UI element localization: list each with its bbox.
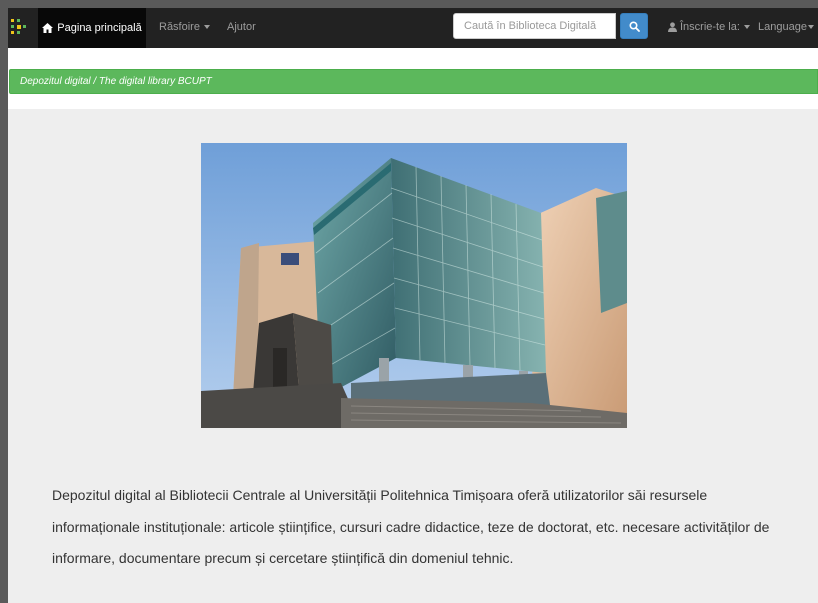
repository-description: Depozitul digital al Bibliotecii Central… (52, 487, 770, 566)
nav-home-label: Pagina principală (57, 22, 142, 34)
chevron-down-icon (743, 25, 750, 29)
search-icon (628, 20, 640, 32)
nav-browse-label: Răsfoire (159, 21, 200, 33)
login-dropdown[interactable]: Înscrie-te la: (668, 21, 750, 33)
breadcrumb-label: Depozitul digital / The digital library … (20, 76, 212, 87)
nav-help-link[interactable]: Ajutor (227, 21, 256, 33)
chevron-down-icon (203, 25, 210, 30)
library-building-illustration (201, 143, 627, 428)
login-label: Înscrie-te la: (680, 21, 740, 33)
browser-viewport: Pagina principală Răsfoire Ajutor Înscri… (8, 8, 818, 603)
user-icon (668, 22, 677, 32)
top-navbar: Pagina principală Răsfoire Ajutor Înscri… (8, 8, 818, 48)
chevron-down-icon (807, 25, 814, 30)
nav-home-link[interactable]: Pagina principală (38, 8, 146, 48)
search-input[interactable] (453, 13, 616, 39)
bcupt-dots-logo-icon[interactable] (10, 18, 28, 36)
language-label: Language (758, 21, 807, 33)
nav-help-label: Ajutor (227, 21, 256, 33)
library-building-photo (201, 143, 627, 428)
main-content: Depozitul digital al Bibliotecii Central… (8, 109, 818, 603)
breadcrumb[interactable]: Depozitul digital / The digital library … (9, 69, 818, 94)
nav-browse-dropdown[interactable]: Răsfoire (159, 21, 210, 33)
search-button[interactable] (620, 13, 648, 39)
home-icon (42, 23, 54, 33)
language-dropdown[interactable]: Language (758, 21, 814, 33)
